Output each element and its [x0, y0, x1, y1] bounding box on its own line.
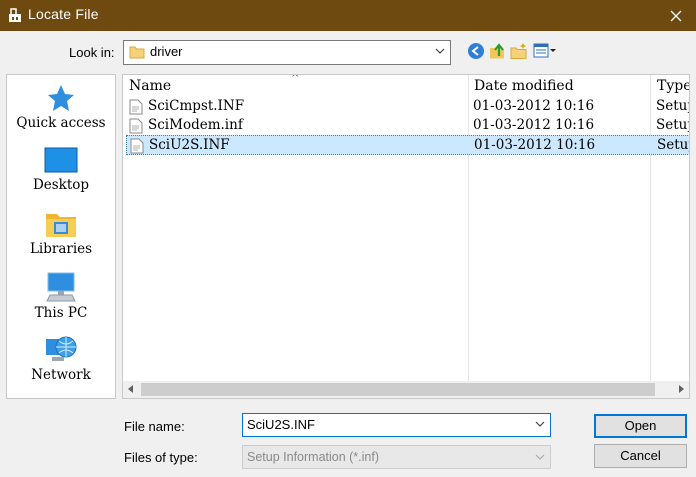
file-row[interactable]: SciCmpst.INF 01-03-2012 10:16 Setup [126, 97, 689, 117]
place-this-pc[interactable]: This PC [7, 271, 115, 321]
file-date: 01-03-2012 10:16 [473, 117, 595, 133]
open-button[interactable]: Open [594, 414, 687, 438]
computer-icon [46, 272, 76, 302]
chevron-down-icon [435, 48, 445, 54]
scroll-right-icon[interactable] [676, 384, 686, 394]
place-network[interactable]: Network [7, 333, 115, 383]
app-icon [9, 8, 21, 22]
network-icon [46, 336, 77, 361]
cancel-button[interactable]: Cancel [594, 444, 687, 468]
file-name: SciU2S.INF [149, 137, 230, 153]
setup-file-icon [129, 118, 143, 134]
folder-icon [129, 46, 145, 59]
column-header-type[interactable]: Type [657, 78, 689, 94]
file-type-value: Setup Information (*.inf) [247, 450, 380, 464]
setup-file-icon [130, 138, 144, 154]
chevron-down-icon[interactable] [535, 420, 545, 428]
place-label: Desktop [32, 177, 90, 193]
new-folder-icon [510, 43, 527, 59]
place-label: Network [31, 367, 91, 383]
place-desktop[interactable]: Desktop [7, 147, 115, 193]
file-date: 01-03-2012 10:16 [473, 98, 595, 114]
place-libraries[interactable]: Libraries [7, 209, 115, 257]
place-label: This PC [34, 305, 88, 321]
file-row[interactable]: SciModem.inf 01-03-2012 10:16 Setup [126, 116, 689, 136]
look-in-label: Look in: [69, 45, 115, 60]
horizontal-scrollbar[interactable] [123, 381, 689, 398]
back-arrow-icon [468, 43, 484, 59]
close-icon [670, 10, 682, 21]
file-date: 01-03-2012 10:16 [474, 137, 596, 153]
file-type-dropdown[interactable]: Setup Information (*.inf) [242, 445, 551, 469]
file-type: Setup [656, 117, 689, 133]
file-name: SciModem.inf [148, 117, 243, 133]
close-button[interactable] [656, 0, 696, 31]
up-folder-icon [490, 43, 504, 59]
column-header-name[interactable]: Name [129, 78, 171, 94]
scroll-left-icon[interactable] [126, 384, 136, 394]
place-label: Libraries [29, 241, 93, 257]
file-row-selected[interactable]: SciU2S.INF 01-03-2012 10:16 Setup [126, 135, 689, 155]
place-label: Quick access [16, 115, 106, 131]
column-header-date[interactable]: Date modified [474, 78, 574, 94]
star-icon [48, 85, 74, 111]
file-name-input[interactable]: SciU2S.INF [247, 417, 315, 432]
column-headers: Name ^ Date modified Type [123, 75, 689, 97]
file-type-label: Files of type: [124, 450, 198, 465]
file-name-combo[interactable]: SciU2S.INF [242, 413, 551, 437]
look-in-dropdown[interactable]: driver [123, 40, 451, 65]
scrollbar-thumb[interactable] [141, 383, 655, 396]
chevron-down-icon [535, 454, 545, 460]
new-folder-button[interactable] [509, 41, 529, 61]
libraries-icon [46, 214, 76, 237]
up-folder-button[interactable] [487, 41, 507, 61]
file-name-label: File name: [124, 419, 185, 434]
view-menu-icon [533, 43, 556, 58]
file-type: Setup [656, 98, 689, 114]
file-list[interactable]: Name ^ Date modified Type SciCmpst.INF 0… [122, 74, 690, 399]
place-quick-access[interactable]: Quick access [7, 83, 115, 131]
back-button[interactable] [466, 41, 486, 61]
title-bar: Locate File [0, 0, 696, 31]
places-bar: Quick access Desktop Libraries This PC N… [6, 74, 116, 399]
file-name: SciCmpst.INF [148, 98, 245, 114]
view-menu-button[interactable] [533, 41, 557, 61]
desktop-icon [44, 147, 78, 173]
file-type: Setup [657, 137, 689, 153]
sort-ascending-icon: ^ [291, 74, 300, 84]
setup-file-icon [129, 99, 143, 115]
look-in-value: driver [150, 44, 183, 59]
window-title: Locate File [28, 6, 99, 22]
